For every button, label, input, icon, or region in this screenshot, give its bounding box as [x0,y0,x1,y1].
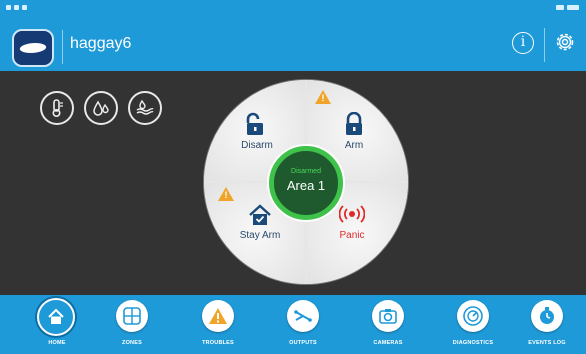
nav-item-cameras[interactable]: CAMERAS [353,295,423,354]
water-leak-icon [93,100,109,116]
home-lock-icon [249,204,271,225]
temperature-icon [52,99,63,118]
area-arm-status: Disarmed [291,168,321,175]
zones-grid-icon [123,307,141,325]
nav-item-outputs[interactable]: OUTPUTS [268,295,338,354]
arm-label: Arm [344,140,364,151]
gear-icon [556,33,574,51]
header-divider [62,30,63,64]
app-screen: haggay6 i Disarm ! Arm ! Stay Arm Panic … [0,0,586,354]
panic-label: Panic [339,230,365,241]
area-name: Area 1 [286,178,326,193]
info-button[interactable]: i [512,32,534,54]
area-status-button[interactable]: Disarmed Area 1 [269,146,343,220]
camera-icon [379,309,397,324]
home-nav-button [37,298,75,336]
events-log-nav-button [531,300,563,332]
lock-icon [346,112,362,135]
warning-icon [209,308,227,324]
stay-arm-label: Stay Arm [239,230,281,241]
nav-item-home[interactable]: HOME [22,295,92,354]
temperature-sensor-button[interactable] [40,91,74,125]
unlock-icon [246,112,263,135]
app-header: haggay6 i [0,20,586,71]
cameras-nav-button [372,300,404,332]
bottom-navigation: HOME ZONES TROUBLES OUTPUTS CAMERAS DIAG… [0,295,586,354]
wifi-icon [556,5,564,10]
nav-label-outputs: OUTPUTS [289,340,317,346]
system-status-bar [0,0,586,20]
nav-item-diagnostics[interactable]: DIAGNOSTICS [438,295,508,354]
nav-label-diagnostics: DIAGNOSTICS [452,340,494,346]
settings-button[interactable] [553,30,577,54]
arm-warning-icon: ! [315,90,331,104]
header-divider [544,28,545,62]
flood-icon [136,99,154,115]
app-logo [12,29,54,67]
zones-nav-button [116,300,148,332]
nav-label-zones: ZONES [122,340,142,346]
troubles-nav-button [202,300,234,332]
diagnostics-nav-button [457,300,489,332]
disarm-label: Disarm [241,140,273,151]
account-name: haggay6 [70,35,132,52]
nav-label-troubles: TROUBLES [202,340,234,346]
info-icon: i [520,34,526,50]
home-icon [48,308,64,324]
status-icon [14,5,19,10]
nav-label-cameras: CAMERAS [373,340,403,346]
outputs-icon [294,310,312,322]
events-log-icon [540,307,554,324]
status-icon [6,5,11,10]
water-sensor-button[interactable] [84,91,118,125]
nav-item-troubles[interactable]: TROUBLES [183,295,253,354]
outputs-nav-button [287,300,319,332]
flood-sensor-button[interactable] [128,91,162,125]
nav-label-home: HOME [48,340,66,346]
battery-icon [567,5,579,10]
panic-alarm-icon [339,205,365,223]
diagnostics-icon [463,306,483,326]
nav-label-events-log: EVENTS LOG [528,340,566,346]
status-icon [22,5,27,10]
nav-item-zones[interactable]: ZONES [97,295,167,354]
stay-arm-warning-icon: ! [218,187,234,201]
nav-item-events-log[interactable]: EVENTS LOG [512,295,582,354]
